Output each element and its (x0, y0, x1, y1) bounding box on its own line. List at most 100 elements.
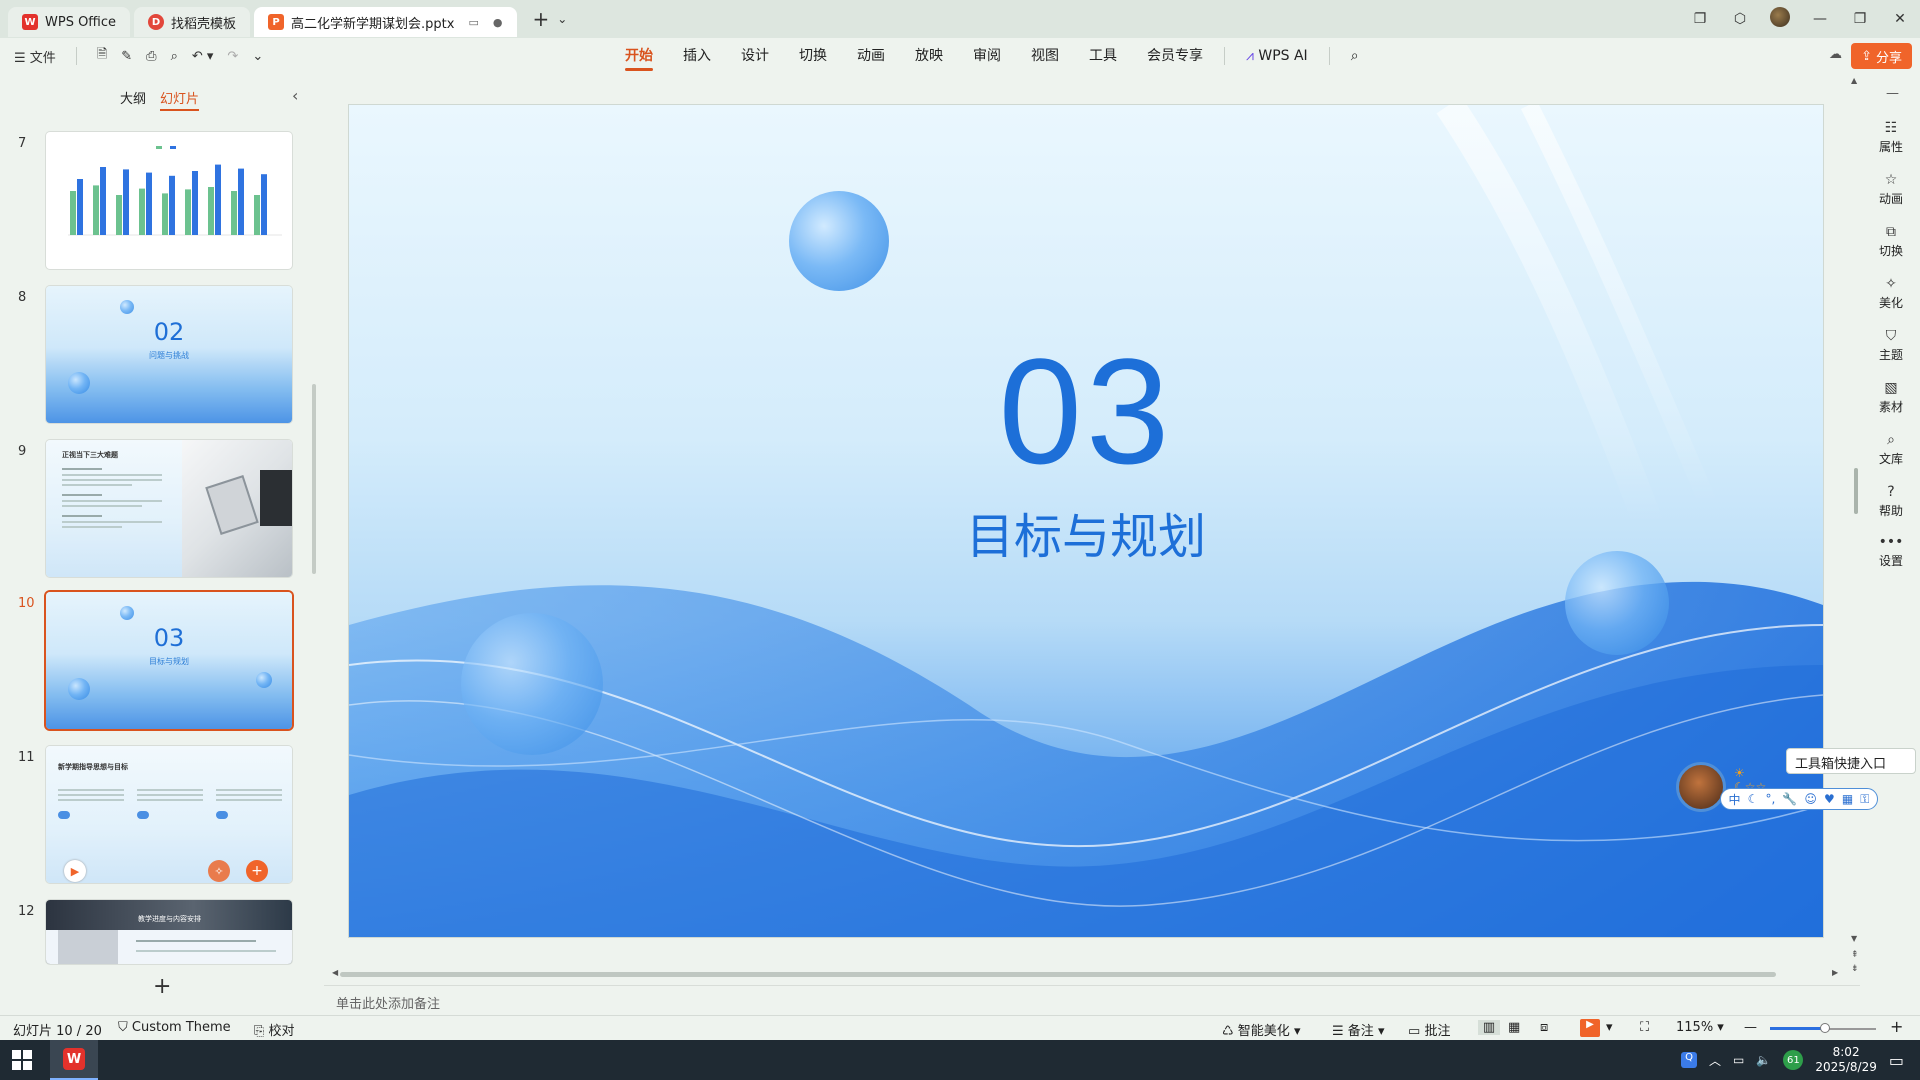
sidebar-properties[interactable]: ☷ 属性 (1862, 120, 1920, 155)
tab-dropdown-icon[interactable]: ⌄ (557, 12, 567, 26)
search-icon[interactable]: ⌕ (1351, 38, 1359, 74)
moon-icon[interactable]: ☾ (1748, 792, 1759, 806)
zoom-level[interactable]: 115% ▾ (1676, 1020, 1724, 1035)
slide-section-number[interactable]: 03 (349, 325, 1823, 498)
tab-template[interactable]: D 找稻壳模板 (134, 7, 251, 37)
comments-toggle[interactable]: ▭ 批注 (1408, 1020, 1450, 1039)
slide-thumbnail-7[interactable] (46, 132, 292, 269)
fit-window-icon[interactable]: ⛶ (1640, 1020, 1649, 1035)
add-icon[interactable]: + (246, 860, 268, 882)
tab-animations[interactable]: 动画 (857, 38, 885, 74)
zoom-out-icon[interactable]: — (1744, 1020, 1757, 1035)
tab-design[interactable]: 设计 (741, 38, 769, 74)
tab-slides[interactable]: 幻灯片 (160, 88, 200, 111)
network-icon[interactable]: ▭ (1733, 1053, 1744, 1067)
slide-section-title[interactable]: 目标与规划 (349, 497, 1823, 567)
minimize-icon[interactable]: — (1800, 11, 1840, 27)
theme-name[interactable]: ⛉ Custom Theme (118, 1020, 231, 1035)
more-icon[interactable]: ⌄ (252, 49, 263, 64)
slide-thumbnail-8[interactable]: 02 问题与挑战 (46, 286, 292, 423)
sidebar-animation[interactable]: ☆ 动画 (1862, 172, 1920, 207)
emoji-icon[interactable]: ☺ (1804, 792, 1817, 806)
save-icon[interactable]: 🗎 (97, 45, 107, 67)
scroll-right-icon[interactable]: ▶ (1832, 968, 1838, 977)
windows-start-icon[interactable] (12, 1050, 32, 1070)
panel-scrollbar[interactable] (312, 384, 316, 574)
tab-transitions[interactable]: 切换 (799, 38, 827, 74)
sidebar-assets[interactable]: ▧ 素材 (1862, 380, 1920, 415)
tab-slideshow[interactable]: 放映 (915, 38, 943, 74)
sidebar-theme[interactable]: ⛉ 主题 (1862, 328, 1920, 363)
collapse-panel-icon[interactable]: ‹ (292, 86, 298, 105)
slide-canvas[interactable]: 03 目标与规划 (349, 105, 1823, 937)
taskbar-wps-app[interactable]: W (50, 1040, 98, 1080)
scroll-left-icon[interactable]: ◀ (332, 968, 338, 977)
user-avatar[interactable] (1760, 7, 1800, 31)
format-painter-icon[interactable]: ✎ (121, 49, 132, 64)
sorter-view-icon[interactable]: ▦ (1508, 1020, 1520, 1035)
proofing[interactable]: ⎘ 校对 (254, 1020, 295, 1039)
beautify-icon[interactable]: ✧ (208, 860, 230, 882)
skin-icon[interactable]: ♥ (1824, 792, 1835, 806)
normal-view-icon[interactable]: ▥ (1478, 1020, 1500, 1035)
window-icon[interactable]: ❐ (1680, 11, 1720, 27)
slide-thumbnail-9[interactable]: 正视当下三大难题 (46, 440, 292, 577)
tab-review[interactable]: 审阅 (973, 38, 1001, 74)
reading-view-icon[interactable]: ⧈ (1540, 1020, 1548, 1035)
prev-slide-icon[interactable]: ⇞ (1851, 950, 1859, 960)
input-method-bar[interactable]: 中 ☾ °, 🔧 ☺ ♥ ▦ ⚿ (1720, 788, 1878, 810)
tab-wps-ai[interactable]: ⩘ WPS AI (1246, 38, 1308, 74)
notes-input[interactable]: 单击此处添加备注 (324, 985, 1860, 1015)
undo-icon[interactable]: ↶ ▾ (192, 49, 214, 64)
redo-icon[interactable]: ↷ (227, 49, 238, 64)
tab-wps-office[interactable]: W WPS Office (8, 7, 131, 37)
tab-document[interactable]: P 高二化学新学期谋划会.pptx ▭ ● (254, 7, 517, 37)
sidebar-settings[interactable]: ••• 设置 (1862, 534, 1920, 569)
close-icon[interactable]: ✕ (1880, 11, 1920, 27)
zoom-in-icon[interactable]: + (1890, 1017, 1903, 1036)
sidebar-beautify[interactable]: ✧ 美化 (1862, 276, 1920, 311)
tab-tools[interactable]: 工具 (1089, 38, 1117, 74)
slide-thumbnail-12[interactable]: 教学进度与内容安排 (46, 900, 292, 964)
punct-icon[interactable]: °, (1765, 792, 1775, 806)
collapse-sidebar-icon[interactable]: — (1886, 86, 1899, 101)
ime-language[interactable]: 中 (1729, 791, 1741, 808)
play-icon[interactable]: ▶ (64, 860, 86, 882)
clock[interactable]: 8:02 2025/8/29 (1815, 1045, 1877, 1075)
file-menu[interactable]: ☰ 文件 (14, 47, 56, 66)
add-slide-icon[interactable]: + (153, 974, 171, 999)
slide-thumbnail-10[interactable]: 03 目标与规划 (46, 592, 292, 729)
sidebar-library[interactable]: ⌕ 文库 (1862, 432, 1920, 467)
tab-home[interactable]: 开始 (625, 38, 653, 74)
scroll-up-icon[interactable]: ▲ (1851, 76, 1857, 85)
wrench-icon[interactable]: 🔧 (1782, 792, 1797, 806)
slide-thumbnail-11[interactable]: 新学期指导思想与目标 ▶ ✧ + (46, 746, 292, 883)
tray-app-icon[interactable]: Q (1681, 1052, 1698, 1068)
print-preview-icon[interactable]: ⌕ (171, 49, 178, 64)
horizontal-scrollbar[interactable] (340, 972, 1776, 977)
notes-toggle[interactable]: ☰ 备注 ▾ (1332, 1020, 1384, 1039)
tray-badge[interactable]: 61 (1783, 1050, 1804, 1070)
smart-beautify[interactable]: ♺ 智能美化 ▾ (1222, 1020, 1300, 1039)
zoom-slider-knob[interactable] (1820, 1023, 1830, 1033)
chevron-up-icon[interactable]: ︿ (1709, 1052, 1721, 1069)
cube-icon[interactable]: ⬡ (1720, 11, 1760, 27)
new-tab-icon[interactable]: + (533, 7, 550, 31)
scroll-down-icon[interactable]: ▼ (1851, 934, 1857, 943)
tab-insert[interactable]: 插入 (683, 38, 711, 74)
grid-icon[interactable]: ▦ (1842, 792, 1853, 806)
restore-icon[interactable]: ❐ (1840, 11, 1880, 27)
print-icon[interactable]: ⎙ (146, 49, 156, 64)
slideshow-icon[interactable]: ▶ (1580, 1019, 1600, 1037)
lock-icon[interactable]: ⚿ (1860, 792, 1869, 807)
share-button[interactable]: ⇪ 分享 (1851, 43, 1912, 69)
tab-member[interactable]: 会员专享 (1147, 38, 1203, 74)
tab-view[interactable]: 视图 (1031, 38, 1059, 74)
volume-icon[interactable]: 🔈 (1756, 1053, 1771, 1067)
cloud-upload-icon[interactable]: ☁ (1829, 47, 1842, 62)
vertical-scrollbar[interactable] (1854, 468, 1858, 514)
tab-outline[interactable]: 大纲 (120, 88, 146, 111)
notification-icon[interactable]: ▭ (1889, 1051, 1904, 1070)
widget-avatar[interactable] (1676, 762, 1726, 812)
next-slide-icon[interactable]: ⇟ (1851, 964, 1859, 974)
